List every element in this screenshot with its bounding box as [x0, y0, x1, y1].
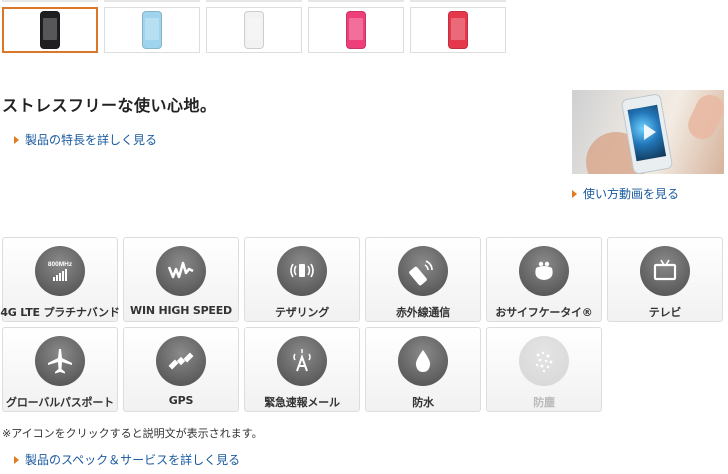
feature-label: 4G LTE プラチナバンド: [0, 306, 120, 319]
feature-emergency-mail[interactable]: 緊急速報メール: [244, 327, 360, 412]
emergency-alert-icon: [277, 336, 327, 386]
feature-icon-grid: 800MHz 4G LTE プラチナバンド WIN HIGH SPEED テザリ…: [0, 237, 723, 412]
color-thumb-white[interactable]: [206, 7, 302, 53]
high-speed-wave-icon: [156, 246, 206, 296]
video-link-label: 使い方動画を見る: [583, 187, 680, 201]
phone-image: [346, 11, 366, 49]
features-link-label: 製品の特長を詳しく見る: [25, 133, 158, 147]
tethering-icon: [277, 246, 327, 296]
feature-label: 緊急速報メール: [264, 396, 340, 409]
play-icon: [644, 124, 656, 140]
feature-infrared[interactable]: 赤外線通信: [365, 237, 481, 322]
specs-link-label: 製品のスペック＆サービスを詳しく見る: [25, 453, 241, 467]
svg-text:800MHz: 800MHz: [48, 261, 73, 268]
hand-image: [683, 90, 724, 144]
feature-label: 赤外線通信: [396, 306, 450, 319]
specs-link[interactable]: 製品のスペック＆サービスを詳しく見る: [14, 451, 240, 468]
arrow-right-icon: [14, 135, 19, 144]
tv-icon: [640, 246, 690, 296]
icon-note: ※アイコンをクリックすると説明文が表示されます。: [2, 427, 263, 440]
airplane-icon: [35, 336, 85, 386]
arrow-right-icon: [572, 189, 577, 198]
feature-osaifu[interactable]: おサイフケータイ®: [486, 237, 602, 322]
feature-label: 防水: [412, 396, 434, 409]
phone-image: [448, 11, 468, 49]
infrared-icon: [398, 246, 448, 296]
feature-label: GPS: [168, 394, 194, 407]
video-link[interactable]: 使い方動画を見る: [572, 185, 679, 202]
satellite-icon: [156, 336, 206, 386]
feature-tethering[interactable]: テザリング: [244, 237, 360, 322]
color-thumb-blue[interactable]: [104, 7, 200, 53]
feature-label: テレビ: [648, 306, 682, 319]
feature-label: 防塵: [533, 396, 555, 409]
feature-lte[interactable]: 800MHz 4G LTE プラチナバンド: [0, 237, 120, 322]
feature-waterproof[interactable]: 防水: [365, 327, 481, 412]
phone-image: [40, 11, 60, 49]
phone-image: [142, 11, 162, 49]
feature-gps[interactable]: GPS: [123, 327, 239, 412]
feature-global-passport[interactable]: グローバルパスポート: [2, 327, 118, 412]
features-link[interactable]: 製品の特長を詳しく見る: [14, 131, 157, 148]
color-thumbnails: [2, 7, 506, 53]
color-thumb-pink[interactable]: [308, 7, 404, 53]
feature-label: WIN HIGH SPEED: [130, 304, 232, 317]
feature-label: おサイフケータイ®: [495, 306, 593, 319]
wallet-icon: [519, 246, 569, 296]
arrow-right-icon: [14, 455, 19, 464]
video-thumbnail[interactable]: [572, 90, 724, 174]
water-drop-icon: [398, 336, 448, 386]
headline: ストレスフリーな使い心地。: [2, 96, 217, 115]
feature-label: テザリング: [275, 306, 329, 319]
dust-icon: [519, 336, 569, 386]
feature-tv[interactable]: テレビ: [607, 237, 723, 322]
color-thumb-red[interactable]: [410, 7, 506, 53]
feature-label: グローバルパスポート: [6, 396, 114, 409]
lte-800mhz-icon: 800MHz: [35, 246, 85, 296]
feature-dustproof: 防塵: [486, 327, 602, 412]
thumbnail-top-strip: [2, 0, 506, 2]
color-thumb-black[interactable]: [2, 7, 98, 53]
feature-win-high-speed[interactable]: WIN HIGH SPEED: [123, 237, 239, 322]
phone-image: [244, 11, 264, 49]
